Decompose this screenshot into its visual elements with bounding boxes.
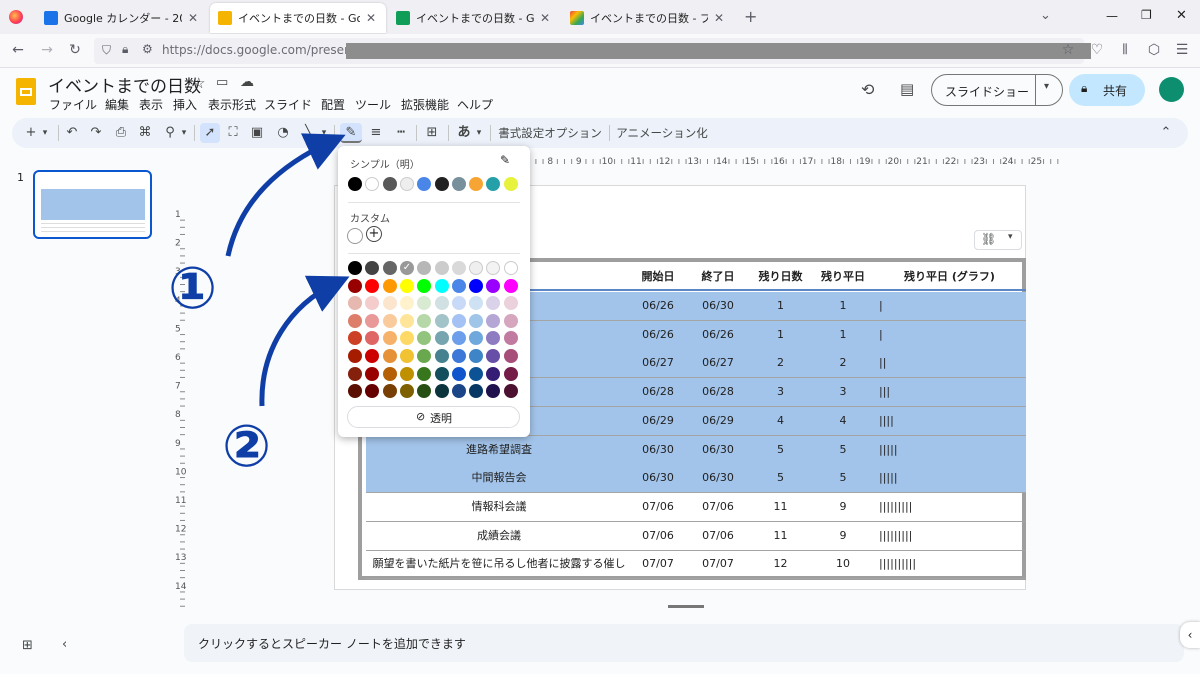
speaker-notes[interactable]: クリックするとスピーカー ノートを追加できます	[184, 624, 1184, 662]
arrow-1	[225, 133, 346, 257]
side-panel-chevron-icon[interactable]: ‹	[1180, 622, 1200, 648]
speaker-notes-placeholder: クリックするとスピーカー ノートを追加できます	[198, 637, 466, 651]
annotation-arrows	[225, 133, 350, 407]
step-1-marker: ①	[168, 254, 218, 322]
arrow-2	[259, 275, 350, 407]
notes-resize-handle[interactable]	[668, 605, 704, 608]
step-2-marker: ②	[222, 412, 272, 480]
